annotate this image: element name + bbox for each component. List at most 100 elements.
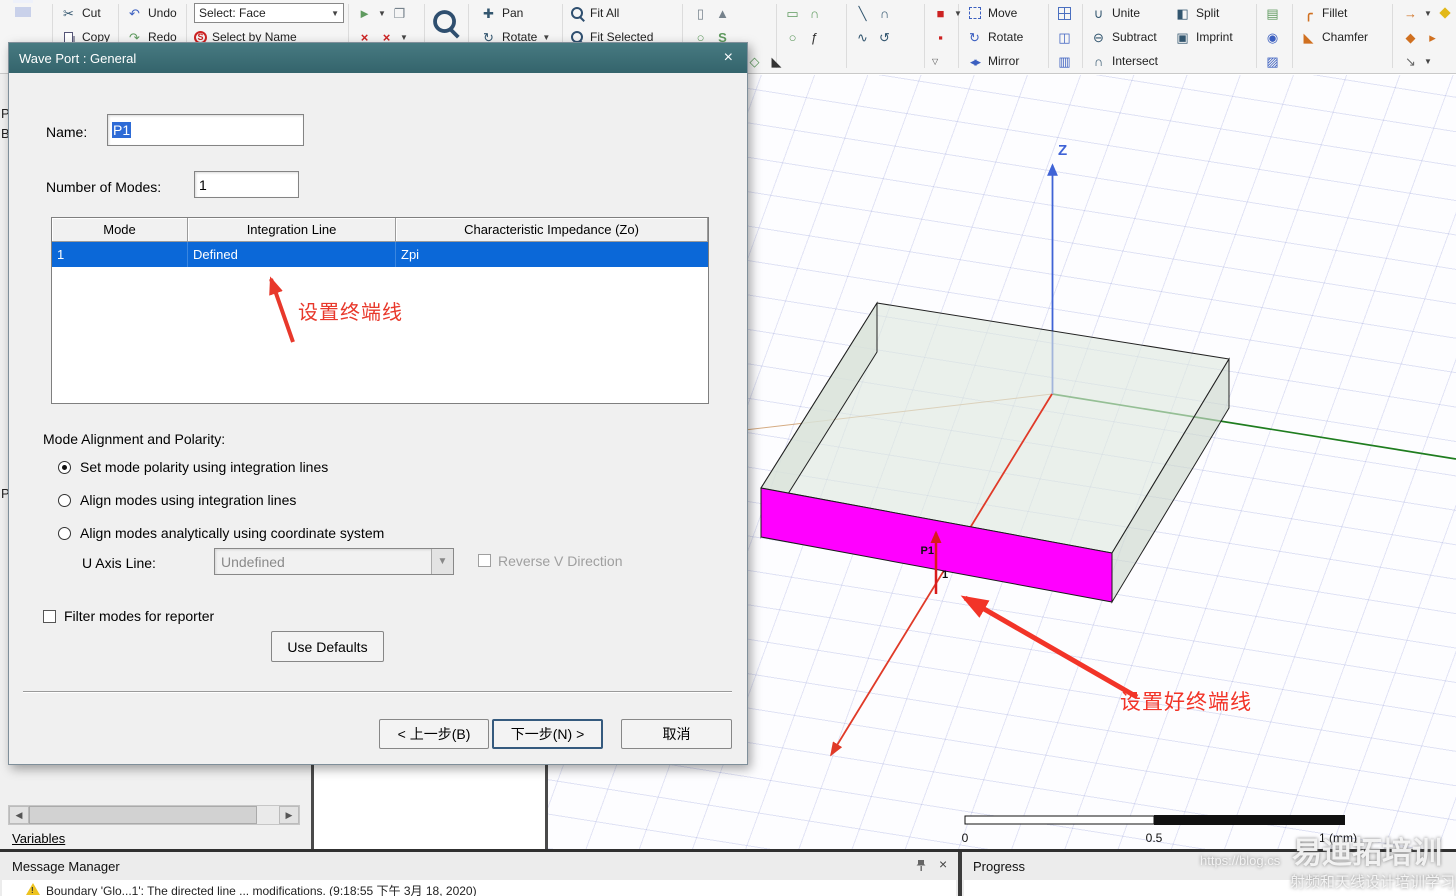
filter-modes-checkbox[interactable] <box>43 610 56 623</box>
arrow-right-icon[interactable]: ▸ <box>1424 29 1441 45</box>
scale-bar-white-segment <box>964 815 1155 825</box>
section-icon[interactable]: ▤ <box>1264 5 1281 21</box>
use-defaults-button[interactable]: Use Defaults <box>271 631 384 662</box>
modes-input[interactable]: 1 <box>194 171 299 198</box>
name-input[interactable]: P1 <box>107 114 304 146</box>
sweep-icon[interactable]: ◉ <box>1264 29 1281 45</box>
select-mode-combobox[interactable]: Select: Face ▼ <box>194 3 344 23</box>
fillet-icon: ╭ <box>1304 5 1313 21</box>
panel-splitter[interactable] <box>958 852 962 896</box>
draw-rectangle-icon[interactable]: ▭ <box>784 5 801 21</box>
scale-label-start: 0 <box>962 831 969 845</box>
close-panel-icon[interactable]: × <box>939 856 947 872</box>
col-header-mode[interactable]: Mode <box>52 218 188 242</box>
chevron-down-icon[interactable]: ▼ <box>1424 57 1432 66</box>
expand-tools-icon[interactable]: → <box>1402 5 1419 21</box>
chevron-down-icon[interactable]: ▼ <box>378 9 386 18</box>
draw-point-icon[interactable]: ▪ <box>932 29 949 45</box>
move-label: Move <box>988 6 1018 20</box>
duplicate-along-line-icon[interactable] <box>1056 5 1073 21</box>
cut-button[interactable]: ✂ Cut <box>58 1 112 25</box>
subtract-button[interactable]: ⊖ Subtract <box>1088 25 1160 49</box>
separator <box>23 691 732 693</box>
select-previous-icon[interactable]: ► <box>356 5 373 21</box>
unite-icon: ∪ <box>1093 5 1104 21</box>
filter-modes-label[interactable]: Filter modes for reporter <box>64 608 214 624</box>
name-label: Name: <box>46 124 88 140</box>
col-header-impedance[interactable]: Characteristic Impedance (Zo) <box>396 218 708 242</box>
radio-align-coordinate-system-label[interactable]: Align modes analytically using coordinat… <box>80 525 384 541</box>
duplicate-mirror-icon[interactable]: ▥ <box>1056 53 1073 69</box>
unite-button[interactable]: ∪ Unite <box>1088 1 1160 25</box>
select-layers-icon[interactable]: ❐ <box>391 5 408 21</box>
variables-link[interactable]: Variables <box>12 831 65 846</box>
duplicate-around-axis-icon[interactable]: ◫ <box>1056 29 1073 45</box>
scrollbar-thumb[interactable] <box>29 806 257 824</box>
rotate-label: Rotate <box>988 30 1024 44</box>
horizontal-scrollbar[interactable]: ◀ ▶ <box>8 805 300 825</box>
connect-icon[interactable]: ▨ <box>1264 53 1281 69</box>
draw-line-icon[interactable]: ╲ <box>854 5 871 21</box>
chevron-down-icon: ▼ <box>542 32 551 42</box>
chamfer-button[interactable]: ◣ Chamfer <box>1298 25 1370 49</box>
draw-box-icon[interactable]: ■ <box>932 5 949 21</box>
pin-icon[interactable] <box>915 859 927 877</box>
draw-arc-icon[interactable]: ∩ <box>806 5 823 21</box>
draw-equation-curve-icon[interactable]: ƒ <box>806 29 823 45</box>
scroll-right-button[interactable]: ▶ <box>279 806 299 824</box>
highlight-icon[interactable] <box>1437 5 1454 21</box>
progress-title: Progress <box>973 859 1026 874</box>
zoom-tool-button[interactable] <box>430 6 461 44</box>
pick-face-icon[interactable]: ◣ <box>768 53 785 69</box>
warning-icon <box>26 882 40 896</box>
mirror-button[interactable]: ◂▸ Mirror <box>964 49 1025 73</box>
cell-impedance[interactable]: Zpi <box>396 242 708 267</box>
imprint-icon: ▣ <box>1176 29 1189 45</box>
radio-set-mode-polarity[interactable] <box>58 461 71 474</box>
pan-button[interactable]: ✚ Pan <box>478 1 552 25</box>
draw-cylinder-icon[interactable]: ▯ <box>692 5 709 21</box>
arrow-right-icon: ▶ <box>285 809 293 820</box>
draw-cone-icon[interactable]: ▲ <box>714 5 731 21</box>
scroll-left-button[interactable]: ◀ <box>9 806 29 824</box>
close-icon[interactable]: × <box>720 50 737 66</box>
cell-integration-line[interactable]: Defined <box>188 242 396 267</box>
fillet-button[interactable]: ╭ Fillet <box>1298 1 1370 25</box>
draw-3pt-arc-icon[interactable]: ∩ <box>876 5 893 21</box>
intersect-icon: ∩ <box>1093 53 1104 69</box>
message-list[interactable]: Boundary 'Glo...1': The directed line ..… <box>2 880 956 896</box>
move-button[interactable]: Move <box>964 1 1025 25</box>
col-header-integration-line[interactable]: Integration Line <box>188 218 396 242</box>
radio-set-mode-polarity-label[interactable]: Set mode polarity using integration line… <box>80 459 328 475</box>
radio-align-coordinate-system[interactable] <box>58 527 71 540</box>
draw-spline-icon[interactable]: ∿ <box>854 29 871 45</box>
measure-icon[interactable]: ◆ <box>1402 29 1419 45</box>
table-row[interactable]: 1 Defined Zpi <box>52 242 708 267</box>
cancel-button[interactable]: 取消 <box>621 719 732 749</box>
chevron-down-icon[interactable]: ▽ <box>932 57 938 66</box>
arrow-down-right-icon[interactable]: ↘ <box>1402 53 1419 69</box>
split-label: Split <box>1196 6 1220 20</box>
intersect-button[interactable]: ∩ Intersect <box>1088 49 1160 73</box>
chevron-down-icon[interactable]: ▼ <box>1424 9 1432 18</box>
split-button[interactable]: ◧ Split <box>1172 1 1235 25</box>
radio-align-integration-lines[interactable] <box>58 494 71 507</box>
chevron-down-icon[interactable]: ▼ <box>400 33 408 42</box>
zoom-icon <box>431 8 460 37</box>
cell-mode[interactable]: 1 <box>52 242 188 267</box>
draw-ellipse-icon[interactable]: ○ <box>784 29 801 45</box>
rotate-button[interactable]: ↻ Rotate <box>964 25 1025 49</box>
subtract-icon: ⊖ <box>1093 29 1104 45</box>
chevron-down-icon[interactable]: ▼ <box>954 9 962 18</box>
next-button[interactable]: 下一步(N) > <box>492 719 603 749</box>
fit-all-button[interactable]: Fit All <box>568 1 655 25</box>
draw-center-arc-icon[interactable]: ↺ <box>876 29 893 45</box>
back-button[interactable]: < 上一步(B) <box>379 719 489 749</box>
undo-button[interactable]: ↶ Undo <box>124 1 179 25</box>
radio-align-integration-lines-label[interactable]: Align modes using integration lines <box>80 492 296 508</box>
dialog-title-bar[interactable]: Wave Port : General × <box>9 43 747 73</box>
imprint-button[interactable]: ▣ Imprint <box>1172 25 1235 49</box>
z-axis-label: Z <box>1058 142 1067 159</box>
draw-polyhedron-icon[interactable]: ◇ <box>746 53 763 69</box>
panel-splitter[interactable] <box>545 765 548 849</box>
